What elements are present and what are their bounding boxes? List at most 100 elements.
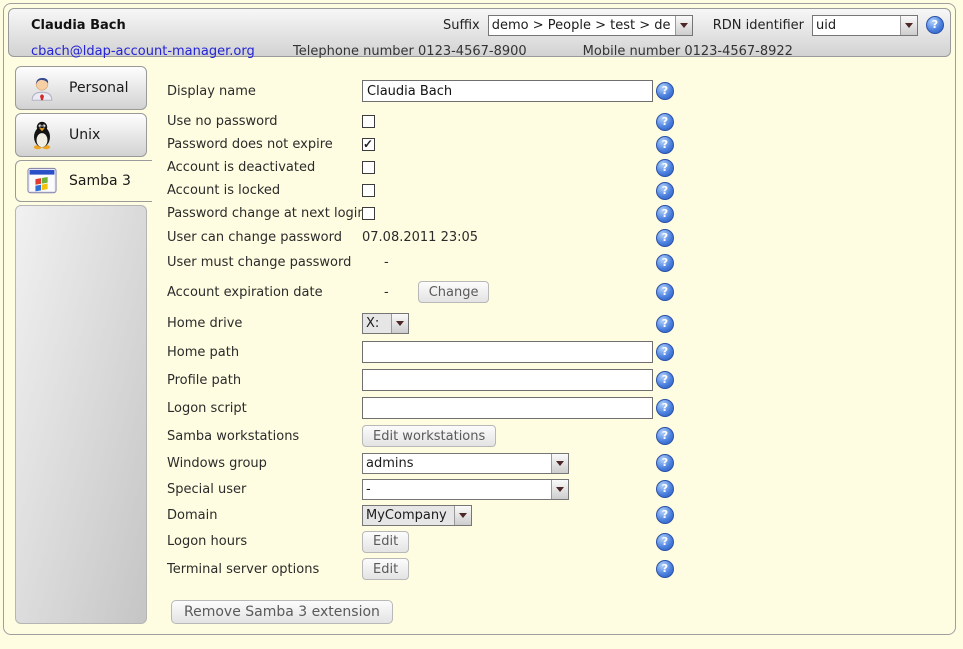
select-value: admins [363, 456, 551, 471]
help-icon[interactable]: ? [926, 16, 944, 34]
logon-script-input[interactable] [362, 397, 653, 419]
row-display-name: Display name ? [167, 76, 697, 106]
profile-path-input[interactable] [362, 369, 653, 391]
rdn-identifier-label: RDN identifier [713, 18, 804, 33]
row-use-no-password: Use no password ? [167, 110, 697, 133]
help-icon[interactable]: ? [656, 506, 674, 524]
help-icon[interactable]: ? [656, 399, 674, 417]
help-icon[interactable]: ? [656, 254, 674, 272]
chevron-down-icon [454, 506, 471, 525]
field-label: Special user [167, 482, 362, 497]
row-windows-group: Windows group admins ? [167, 450, 697, 476]
mobile-number: Mobile number 0123-4567-8922 [583, 44, 793, 59]
row-account-locked: Account is locked ? [167, 179, 697, 202]
penguin-icon [27, 120, 57, 150]
account-locked-checkbox[interactable] [362, 184, 375, 197]
row-special-user: Special user - ? [167, 476, 697, 502]
help-icon[interactable]: ? [656, 283, 674, 301]
domain-select[interactable]: MyCompany [362, 505, 472, 526]
help-icon[interactable]: ? [656, 136, 674, 154]
chevron-down-icon [900, 16, 917, 35]
terminal-server-edit-button[interactable]: Edit [362, 558, 409, 580]
field-label: Domain [167, 508, 362, 523]
row-account-expiration-date: Account expiration date - Change ? [167, 275, 697, 309]
field-label: Logon script [167, 401, 362, 416]
tab-personal[interactable]: Personal [15, 66, 147, 110]
suffix-label: Suffix [443, 18, 480, 33]
row-account-deactivated: Account is deactivated ? [167, 156, 697, 179]
special-user-select[interactable]: - [362, 479, 569, 500]
row-password-change-next-login: Password change at next login ? [167, 202, 697, 225]
suffix-select-value: demo > People > test > de [489, 18, 675, 33]
field-label: Samba workstations [167, 429, 362, 444]
help-icon[interactable]: ? [656, 205, 674, 223]
help-icon[interactable]: ? [656, 82, 674, 100]
field-label: Windows group [167, 456, 362, 471]
field-label: User must change password [167, 255, 362, 270]
help-icon[interactable]: ? [656, 343, 674, 361]
display-name-input[interactable] [362, 80, 653, 102]
chevron-down-icon [391, 314, 408, 333]
tab-label: Unix [69, 127, 100, 143]
row-home-path: Home path ? [167, 338, 697, 366]
windows-group-select[interactable]: admins [362, 453, 569, 474]
account-header: Claudia Bach Suffix demo > People > test… [8, 8, 951, 57]
help-icon[interactable]: ? [656, 229, 674, 247]
row-user-must-change-password: User must change password - ? [167, 250, 697, 275]
edit-workstations-button[interactable]: Edit workstations [362, 425, 496, 447]
field-label: Display name [167, 84, 362, 99]
header-contact-row: cbach@ldap-account-manager.org Telephone… [9, 36, 950, 60]
chevron-down-icon [551, 480, 568, 499]
tab-label: Samba 3 [69, 173, 131, 189]
remove-samba-extension-button[interactable]: Remove Samba 3 extension [171, 600, 393, 624]
home-path-input[interactable] [362, 341, 653, 363]
row-samba-workstations: Samba workstations Edit workstations ? [167, 422, 697, 450]
help-icon[interactable]: ? [656, 315, 674, 333]
body-area: Personal [8, 61, 951, 634]
help-icon[interactable]: ? [656, 113, 674, 131]
person-icon [27, 73, 57, 103]
field-label: Password does not expire [167, 137, 362, 152]
row-logon-hours: Logon hours Edit ? [167, 528, 697, 555]
password-change-next-login-checkbox[interactable] [362, 207, 375, 220]
can-change-password-value: 07.08.2011 23:05 [362, 230, 478, 245]
help-icon[interactable]: ? [656, 159, 674, 177]
account-title: Claudia Bach [31, 18, 126, 33]
field-label: Account is locked [167, 183, 362, 198]
field-label: Use no password [167, 114, 362, 129]
field-label: Terminal server options [167, 562, 362, 577]
samba3-form: Display name ? Use no password ? Passwor… [167, 61, 697, 624]
password-does-not-expire-checkbox[interactable] [362, 138, 375, 151]
field-label: Password change at next login [167, 206, 362, 221]
logon-hours-edit-button[interactable]: Edit [362, 531, 409, 553]
help-icon[interactable]: ? [656, 427, 674, 445]
help-icon[interactable]: ? [656, 533, 674, 551]
telephone-number: Telephone number 0123-4567-8900 [293, 44, 527, 59]
account-deactivated-checkbox[interactable] [362, 161, 375, 174]
expiration-date-value: - [384, 285, 389, 300]
select-value: X: [363, 316, 391, 331]
header-title-row: Claudia Bach Suffix demo > People > test… [9, 9, 950, 36]
help-icon[interactable]: ? [656, 480, 674, 498]
field-label: Account is deactivated [167, 160, 362, 175]
use-no-password-checkbox[interactable] [362, 115, 375, 128]
suffix-select[interactable]: demo > People > test > de [488, 15, 693, 36]
tab-label: Personal [69, 80, 129, 96]
lam-app: { "header": { "user_name": "Claudia Bach… [0, 0, 963, 649]
select-value: - [363, 482, 551, 497]
must-change-password-value: - [384, 255, 389, 270]
chevron-down-icon [675, 16, 692, 35]
module-tab-bar: Personal [15, 66, 155, 624]
help-icon[interactable]: ? [656, 182, 674, 200]
tab-samba3[interactable]: Samba 3 [15, 160, 152, 202]
email-link[interactable]: cbach@ldap-account-manager.org [31, 44, 263, 59]
help-icon[interactable]: ? [656, 454, 674, 472]
row-profile-path: Profile path ? [167, 366, 697, 394]
rdn-identifier-select[interactable]: uid [812, 15, 918, 36]
tab-unix[interactable]: Unix [15, 113, 147, 157]
chevron-down-icon [551, 454, 568, 473]
help-icon[interactable]: ? [656, 560, 674, 578]
change-expiration-button[interactable]: Change [418, 281, 490, 303]
help-icon[interactable]: ? [656, 371, 674, 389]
home-drive-select[interactable]: X: [362, 313, 409, 334]
